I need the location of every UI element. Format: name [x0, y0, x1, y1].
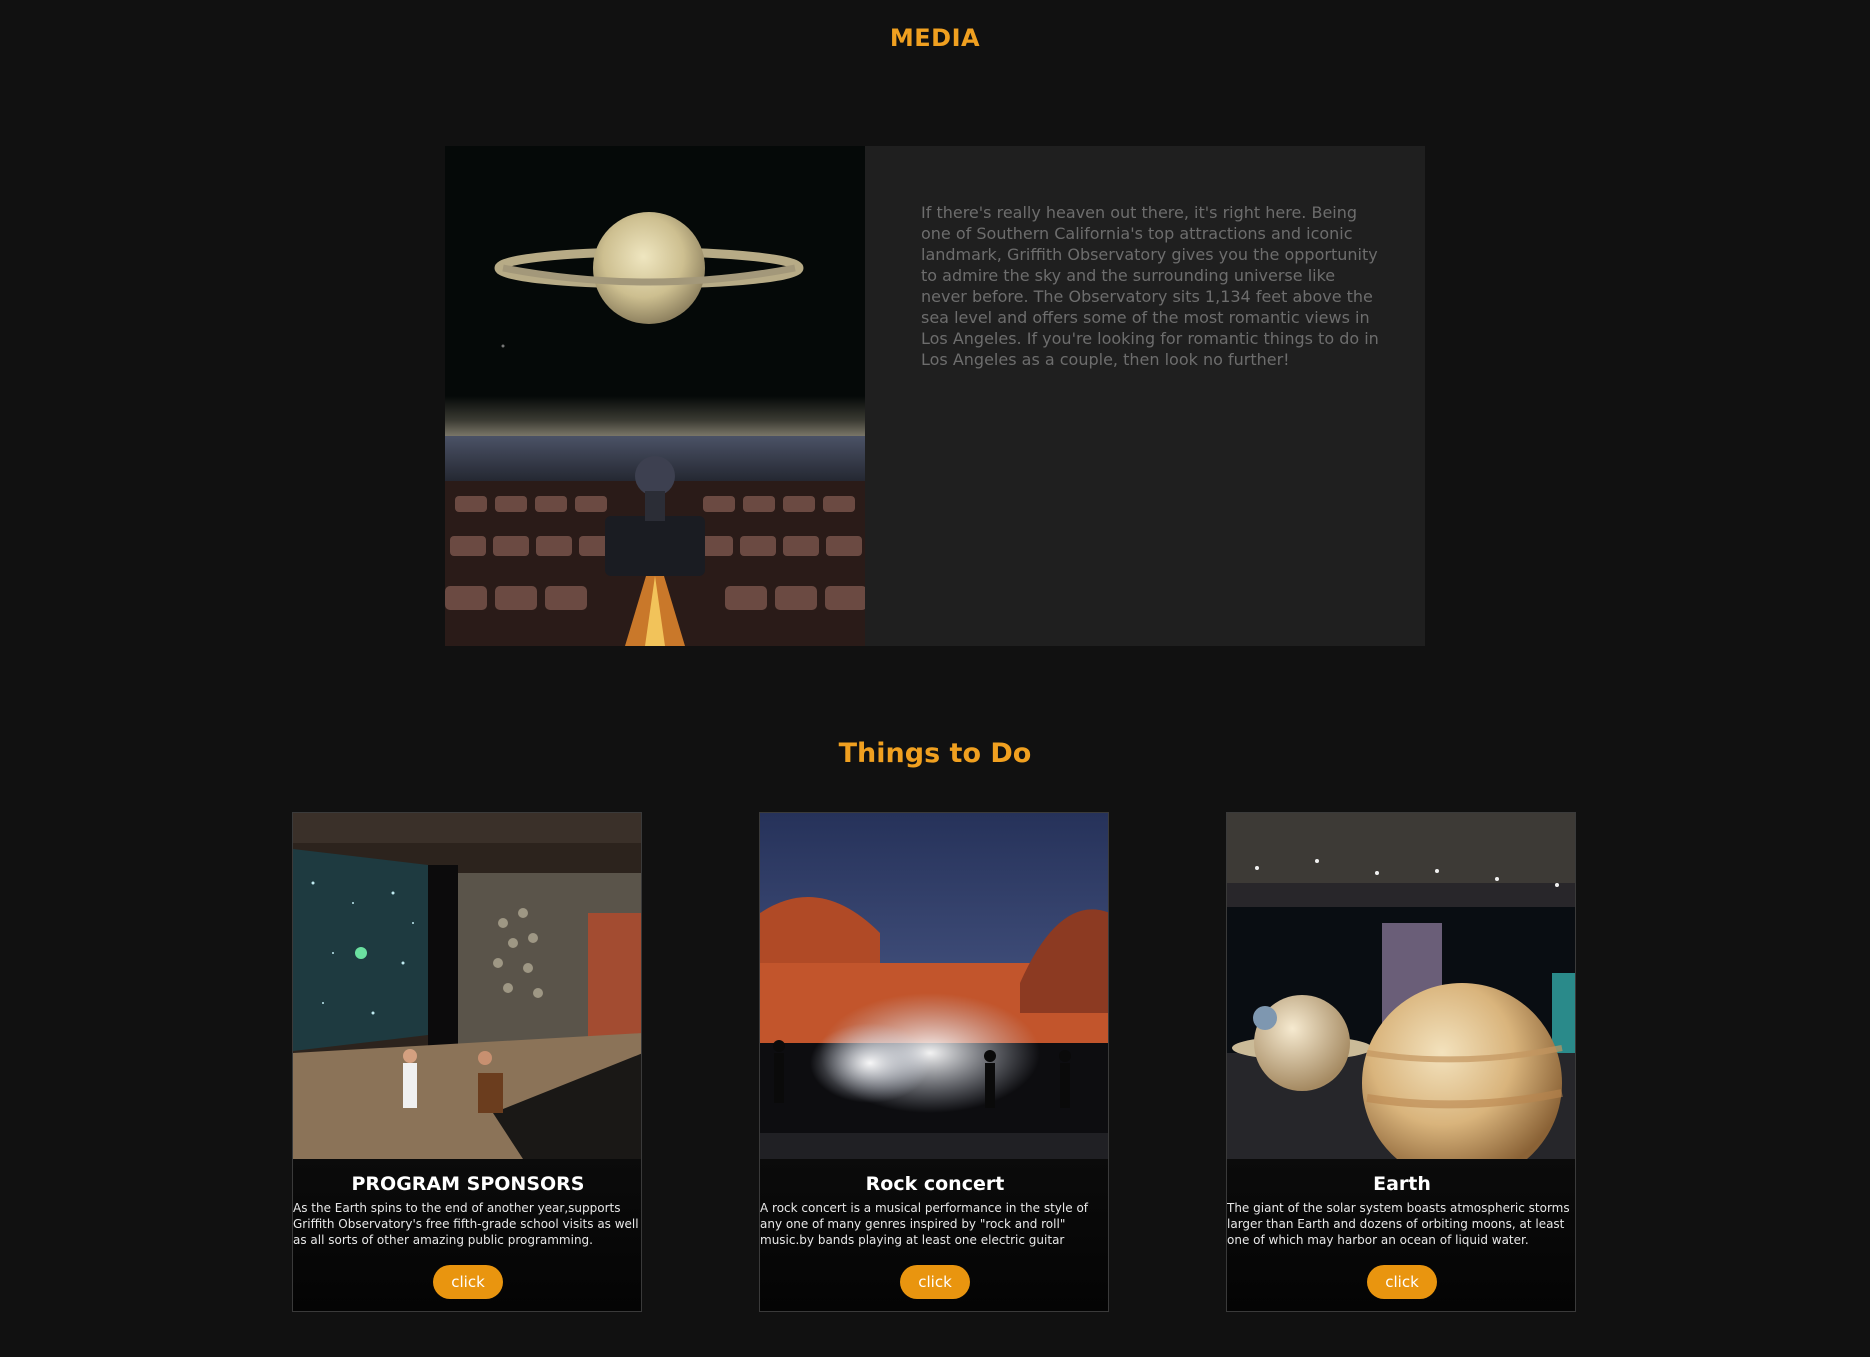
media-section-title: MEDIA [889, 24, 981, 52]
card-title: Rock concert [865, 1173, 1005, 1195]
card-description: As the Earth spins to the end of another… [293, 1201, 639, 1247]
card-description: A rock concert is a musical performance … [760, 1201, 1089, 1247]
lecture-hall-image [293, 813, 641, 1159]
card-body: Rock concert A rock concert is a musical… [760, 1159, 1108, 1311]
media-panel: If there's really heaven out there, it's… [445, 146, 1425, 646]
click-button[interactable]: click [433, 1265, 503, 1299]
page: MEDIA If there's really heaven out there… [0, 0, 1870, 1357]
click-button[interactable]: click [900, 1265, 970, 1299]
click-button[interactable]: click [1367, 1265, 1437, 1299]
card-program-sponsors: PROGRAM SPONSORS As the Earth spins to t… [292, 812, 642, 1312]
card-body: PROGRAM SPONSORS As the Earth spins to t… [293, 1159, 641, 1311]
card-description: The giant of the solar system boasts atm… [1227, 1201, 1570, 1247]
card-title: Earth [1373, 1173, 1431, 1195]
card-rock-concert: Rock concert A rock concert is a musical… [759, 812, 1109, 1312]
card-earth: Earth The giant of the solar system boas… [1226, 812, 1576, 1312]
things-to-do-title: Things to Do [838, 738, 1032, 769]
media-description: If there's really heaven out there, it's… [921, 203, 1379, 369]
rock-concert-image [760, 813, 1108, 1159]
card-title: PROGRAM SPONSORS [351, 1173, 585, 1195]
planets-exhibit-image [1227, 813, 1575, 1159]
card-body: Earth The giant of the solar system boas… [1227, 1159, 1575, 1311]
planetarium-image [445, 146, 865, 646]
